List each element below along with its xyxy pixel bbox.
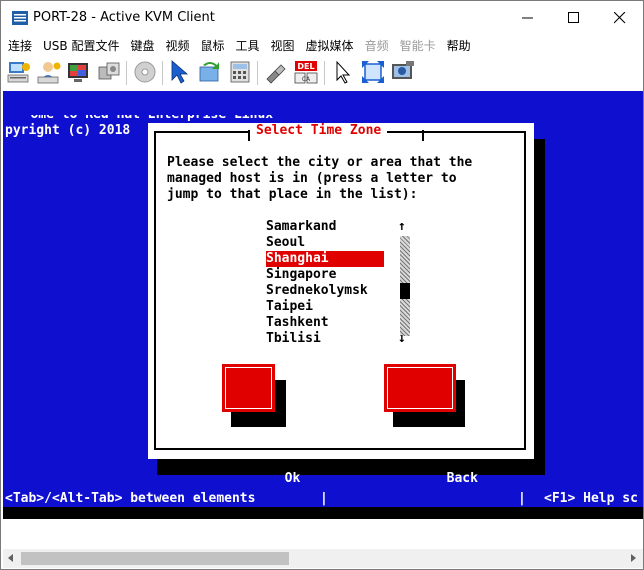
calculator-icon[interactable]	[227, 59, 253, 85]
timezone-dialog: Select Time Zone Please select the city …	[148, 123, 534, 486]
menu-keyboard[interactable]: 键盘	[123, 35, 158, 57]
toolbar-separator	[126, 61, 127, 85]
user-settings-icon[interactable]	[36, 59, 62, 85]
disc-icon[interactable]	[132, 59, 158, 85]
menu-mouse[interactable]: 鼠标	[194, 35, 229, 57]
refresh-icon[interactable]	[197, 59, 223, 85]
close-button[interactable]	[597, 1, 643, 35]
list-scrollbar-thumb[interactable]	[400, 283, 410, 299]
menu-help[interactable]: 帮助	[440, 35, 475, 57]
align-mouse-icon[interactable]	[167, 59, 193, 85]
minimize-button[interactable]	[505, 1, 551, 35]
minimize-icon	[522, 17, 533, 19]
scroll-down-arrow[interactable]: ↓	[398, 331, 406, 347]
status-separator: |	[518, 491, 526, 506]
timezone-item[interactable]: Samarkand	[266, 219, 384, 235]
ok-button-frame	[225, 367, 272, 409]
scroll-left-icon[interactable]	[7, 553, 15, 563]
app-icon	[12, 11, 28, 25]
status-help: <F1> Help sc	[544, 491, 638, 506]
menu-audio: 音频	[364, 39, 389, 53]
scroll-right-icon[interactable]	[629, 553, 637, 563]
back-button-frame	[387, 367, 453, 409]
keyboard-settings-icon[interactable]	[6, 59, 32, 85]
menu-virtual-media[interactable]: 虚拟媒体	[299, 35, 358, 57]
console-bottom-strip	[3, 507, 643, 519]
horizontal-scrollbar[interactable]	[3, 549, 643, 568]
maximize-button[interactable]	[551, 1, 597, 35]
toolbar-separator	[324, 61, 325, 85]
ctrl-alt-label: CA	[302, 76, 311, 83]
video-settings-icon[interactable]	[66, 59, 92, 85]
timezone-item[interactable]: Srednekolymsk	[266, 283, 384, 299]
timezone-item[interactable]: Taipei	[266, 299, 384, 315]
menu-bar: 连接 USB 配置文件 键盘 视频 鼠标 工具 视图 虚拟媒体 音频 智能卡 帮…	[1, 35, 643, 57]
ok-button-label: Ok	[284, 471, 301, 486]
dialog-prompt: Please select the city or area that the	[167, 155, 473, 170]
timezone-item[interactable]: Tbilisi	[266, 331, 384, 347]
menu-video[interactable]: 视频	[158, 35, 193, 57]
dialog-prompt: jump to that place in the list):	[167, 187, 418, 202]
menu-view[interactable]: 视图	[264, 35, 299, 57]
fullscreen-icon[interactable]	[360, 59, 386, 85]
timezone-item[interactable]: Tashkent	[266, 315, 384, 331]
close-icon	[614, 12, 626, 24]
menu-connection[interactable]: 连接	[1, 35, 36, 57]
timezone-item[interactable]: Seoul	[266, 235, 384, 251]
title-bar: PORT-28 - Active KVM Client	[1, 1, 643, 35]
toolbar-separator	[257, 61, 258, 85]
console-background-text: ome to Red Hat Enterprise Linux	[7, 107, 289, 122]
dialog-title-cap	[422, 130, 424, 141]
horizontal-scroll-thumb[interactable]	[21, 552, 289, 565]
timezone-item-selected[interactable]: Shanghai	[266, 251, 384, 267]
toolbar: DEL CA	[1, 57, 643, 89]
connect-devices-icon[interactable]	[96, 59, 122, 85]
menu-smart-card: 智能卡	[399, 39, 436, 53]
screenshot-icon[interactable]	[390, 59, 416, 85]
maximize-icon	[568, 12, 579, 23]
back-button[interactable]: Back	[384, 364, 478, 486]
dialog-title: Select Time Zone	[250, 123, 388, 139]
status-hint: <Tab>/<Alt-Tab> between elements	[5, 491, 256, 506]
back-button-label: Back	[446, 471, 478, 486]
ctrl-alt-del-icon[interactable]: DEL CA	[293, 59, 319, 85]
toolbar-separator	[162, 61, 163, 85]
status-separator: |	[320, 491, 328, 506]
timezone-item[interactable]: Singapore	[266, 267, 384, 283]
single-cursor-icon[interactable]	[330, 59, 356, 85]
window-title: PORT-28 - Active KVM Client	[33, 10, 215, 25]
plug-icon[interactable]	[263, 59, 289, 85]
ok-button[interactable]: Ok	[222, 364, 300, 486]
kvm-client-window: PORT-28 - Active KVM Client 连接 USB 配置文件 …	[0, 0, 644, 570]
menu-tools[interactable]: 工具	[229, 35, 264, 57]
console-status-bar: <Tab>/<Alt-Tab> between elements | | <F1…	[3, 491, 643, 507]
console-background-text: pyright (c) 2018	[5, 123, 131, 138]
dialog-prompt: managed host is in (press a letter to	[167, 171, 457, 186]
remote-console[interactable]: ome to Red Hat Enterprise Linux pyright …	[3, 91, 643, 519]
scroll-up-arrow[interactable]: ↑	[398, 219, 406, 235]
del-key-label: DEL	[297, 62, 314, 71]
menu-usb-profile[interactable]: USB 配置文件	[36, 35, 123, 57]
